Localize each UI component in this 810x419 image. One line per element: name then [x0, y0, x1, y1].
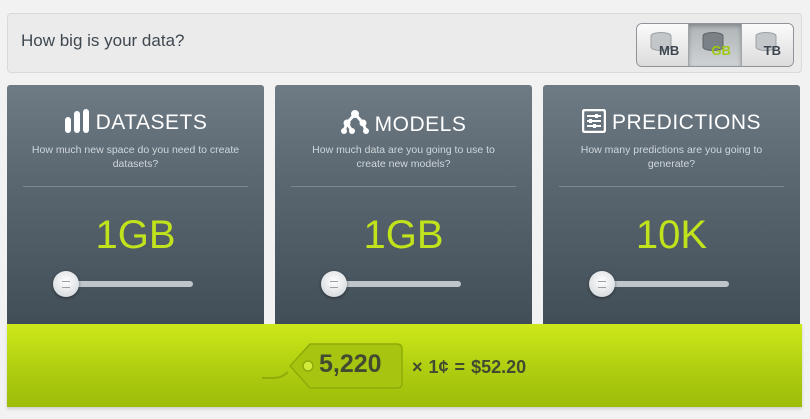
- predictions-slider-handle[interactable]: [589, 271, 615, 297]
- total-cost: $52.20: [471, 357, 527, 377]
- unit-tb-button[interactable]: TB: [741, 24, 793, 66]
- equals-sign: =: [454, 357, 466, 377]
- cost-bar: 5,220 × 1¢ = $52.20: [7, 324, 802, 407]
- sliders-icon: [581, 108, 607, 134]
- predictions-title-label: PREDICTIONS: [611, 111, 761, 134]
- divider: [23, 186, 248, 187]
- datasets-slider-handle[interactable]: [53, 271, 79, 297]
- datasets-card-title: DATASETS: [7, 109, 264, 135]
- datasets-value: 1GB: [95, 213, 176, 257]
- predictions-slider-track[interactable]: [603, 281, 729, 287]
- models-value: 1GB: [363, 213, 444, 257]
- datasets-slider-track[interactable]: [67, 281, 193, 287]
- bars-icon: [64, 109, 89, 133]
- unit-price: 1¢: [428, 357, 449, 377]
- cost-formula: × 1¢ = $52.20: [412, 357, 532, 378]
- predictions-card-title: PREDICTIONS: [543, 108, 800, 135]
- unit-gb-label: GB: [711, 43, 731, 58]
- unit-mb-label: MB: [659, 43, 680, 58]
- models-title-label: MODELS: [374, 113, 467, 136]
- unit-tb-label: TB: [763, 43, 781, 58]
- predictions-description: How many predictions are you going to ge…: [580, 144, 763, 170]
- tree-icon: [340, 110, 369, 134]
- predictions-value: 10K: [635, 213, 708, 257]
- models-slider-track[interactable]: [335, 281, 461, 287]
- unit-mb-button[interactable]: MB: [637, 24, 690, 66]
- predictions-card: PREDICTIONS How many predictions are you…: [543, 85, 800, 324]
- unit-selector: MB GB TB: [636, 23, 794, 67]
- divider: [291, 186, 516, 187]
- credits-value: 5,220: [319, 350, 382, 378]
- datasets-title-label: DATASETS: [95, 111, 208, 134]
- divider: [559, 186, 784, 187]
- header-panel: How big is your data? MB GB TB: [7, 13, 802, 73]
- unit-gb-button[interactable]: GB: [689, 24, 742, 66]
- datasets-description: How much new space do you need to create…: [31, 144, 240, 170]
- models-card-title: MODELS: [275, 109, 532, 137]
- models-card: MODELS How much data are you going to us…: [275, 85, 532, 324]
- page-title: How big is your data?: [21, 31, 185, 50]
- models-slider-handle[interactable]: [321, 271, 347, 297]
- times-sign: ×: [412, 357, 423, 377]
- datasets-card: DATASETS How much new space do you need …: [7, 85, 264, 324]
- models-description: How much data are you going to use to cr…: [312, 144, 495, 170]
